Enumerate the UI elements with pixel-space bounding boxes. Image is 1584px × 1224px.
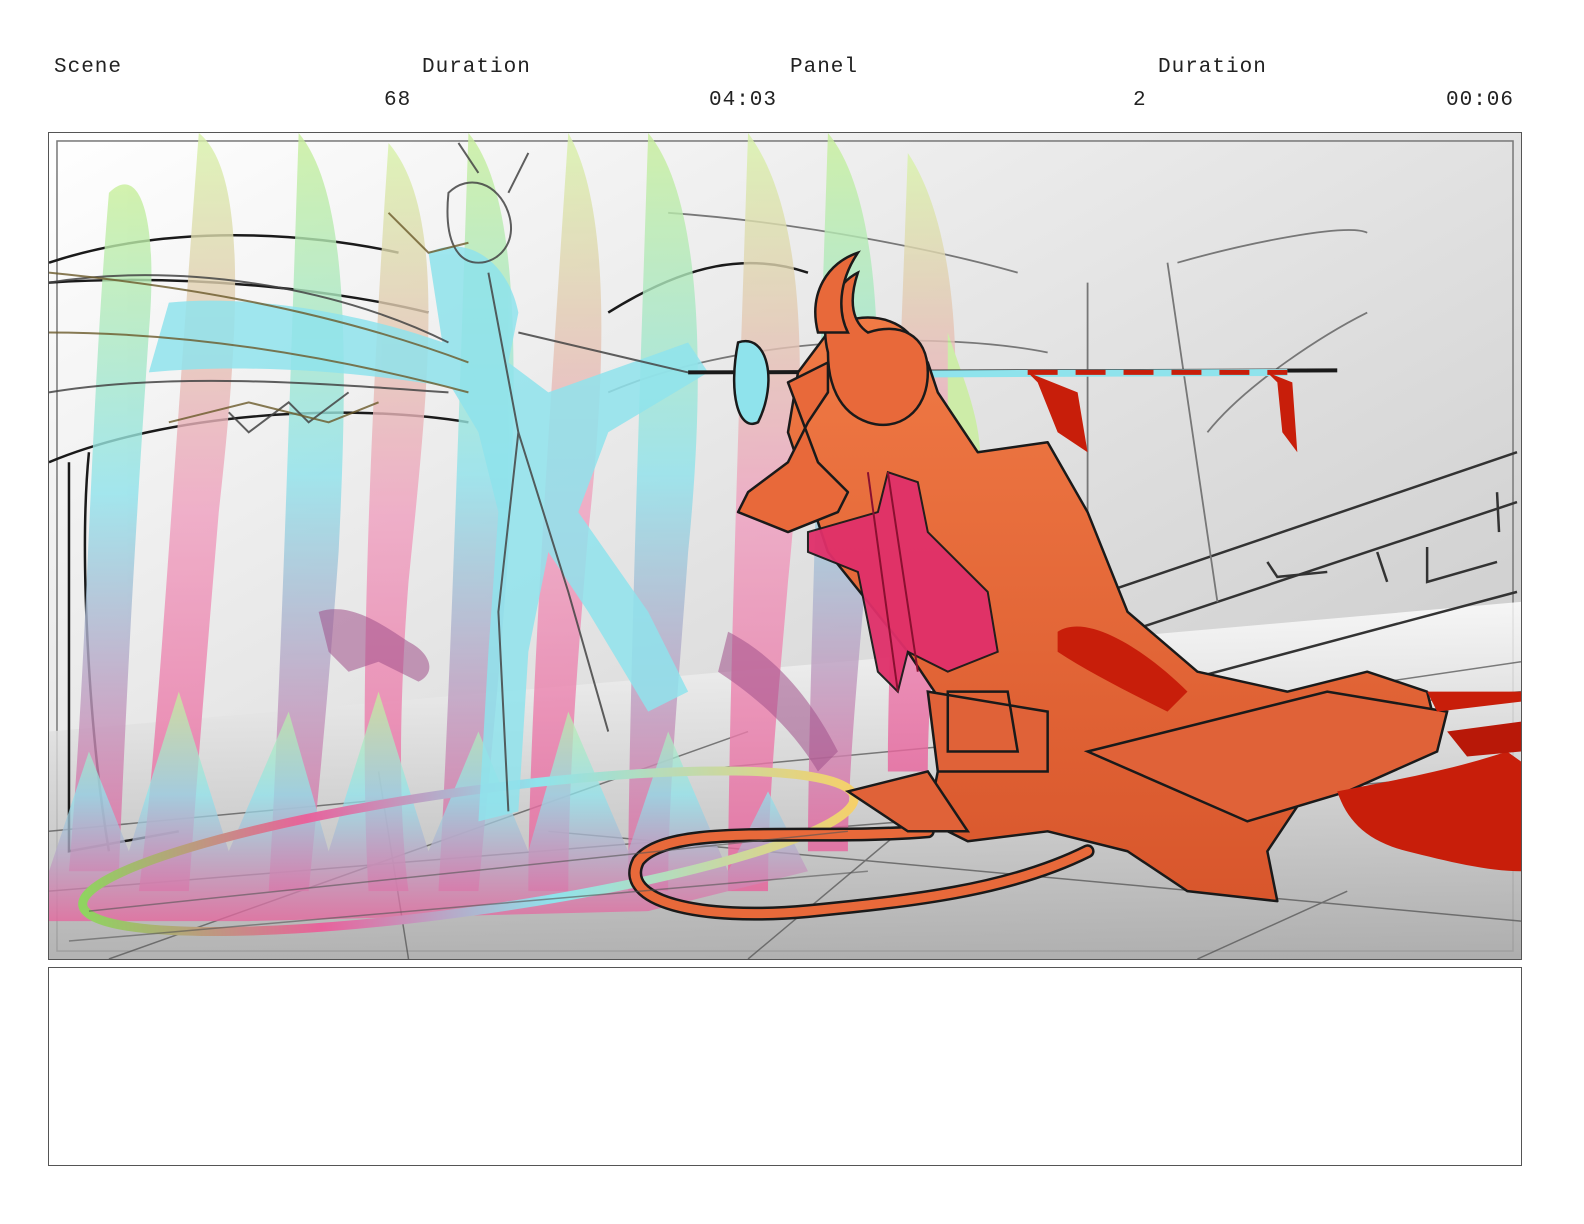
panel-number: 2 [1133, 89, 1147, 112]
scene-duration: 04:03 [709, 89, 778, 112]
scene-label: Scene [54, 56, 123, 79]
panel-label: Panel [790, 56, 859, 79]
scene-number: 68 [384, 89, 412, 112]
panel-duration-label: Duration [1158, 56, 1267, 79]
storyboard-page: Scene Duration Panel Duration 68 04:03 2… [0, 0, 1584, 1224]
scene-duration-label: Duration [422, 56, 531, 79]
panel-duration: 00:06 [1446, 89, 1515, 112]
storyboard-artwork [49, 133, 1521, 959]
notes-box [48, 967, 1522, 1166]
storyboard-panel [48, 132, 1522, 960]
